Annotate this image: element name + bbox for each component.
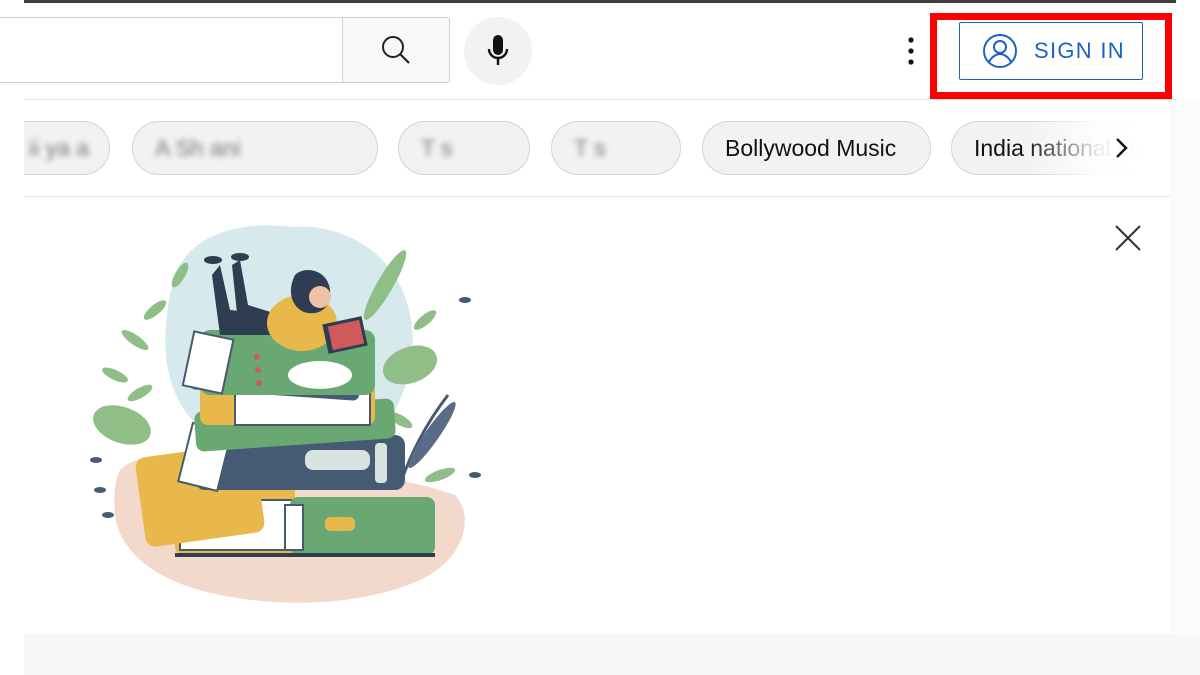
- chip-fade-overlay: [1024, 118, 1170, 178]
- left-margin: [0, 0, 24, 675]
- chevron-right-icon: [1116, 138, 1128, 158]
- chip-scroll-next-button[interactable]: [1102, 128, 1142, 168]
- search-icon: [382, 36, 410, 64]
- filter-chip-bar: ii ya a A Sh ani T s T s Bollywood Music…: [24, 118, 1170, 178]
- chips-divider: [24, 196, 1170, 197]
- vertical-dots-icon: [908, 37, 914, 65]
- search-input[interactable]: [0, 17, 343, 83]
- right-edge-panel: [1170, 100, 1200, 634]
- more-options-button[interactable]: [896, 34, 926, 68]
- close-icon: [1115, 225, 1141, 251]
- filter-chip-bollywood-music[interactable]: Bollywood Music: [702, 121, 931, 175]
- header-divider: [24, 99, 1176, 100]
- filter-chip[interactable]: T s: [551, 121, 681, 175]
- reading-illustration: [90, 225, 481, 603]
- microphone-icon: [487, 35, 509, 65]
- voice-search-button[interactable]: [464, 17, 532, 85]
- top-border: [24, 0, 1176, 3]
- close-button[interactable]: [1108, 218, 1148, 258]
- filter-chip[interactable]: T s: [398, 121, 530, 175]
- filter-chip[interactable]: A Sh ani: [132, 121, 378, 175]
- filter-chip[interactable]: ii ya a: [24, 121, 110, 175]
- account-circle-icon: [983, 34, 1017, 68]
- sign-in-label: SIGN IN: [1034, 38, 1125, 63]
- footer-band: [24, 634, 1200, 675]
- search-button[interactable]: [342, 17, 450, 83]
- sign-in-button[interactable]: SIGN IN: [959, 22, 1143, 80]
